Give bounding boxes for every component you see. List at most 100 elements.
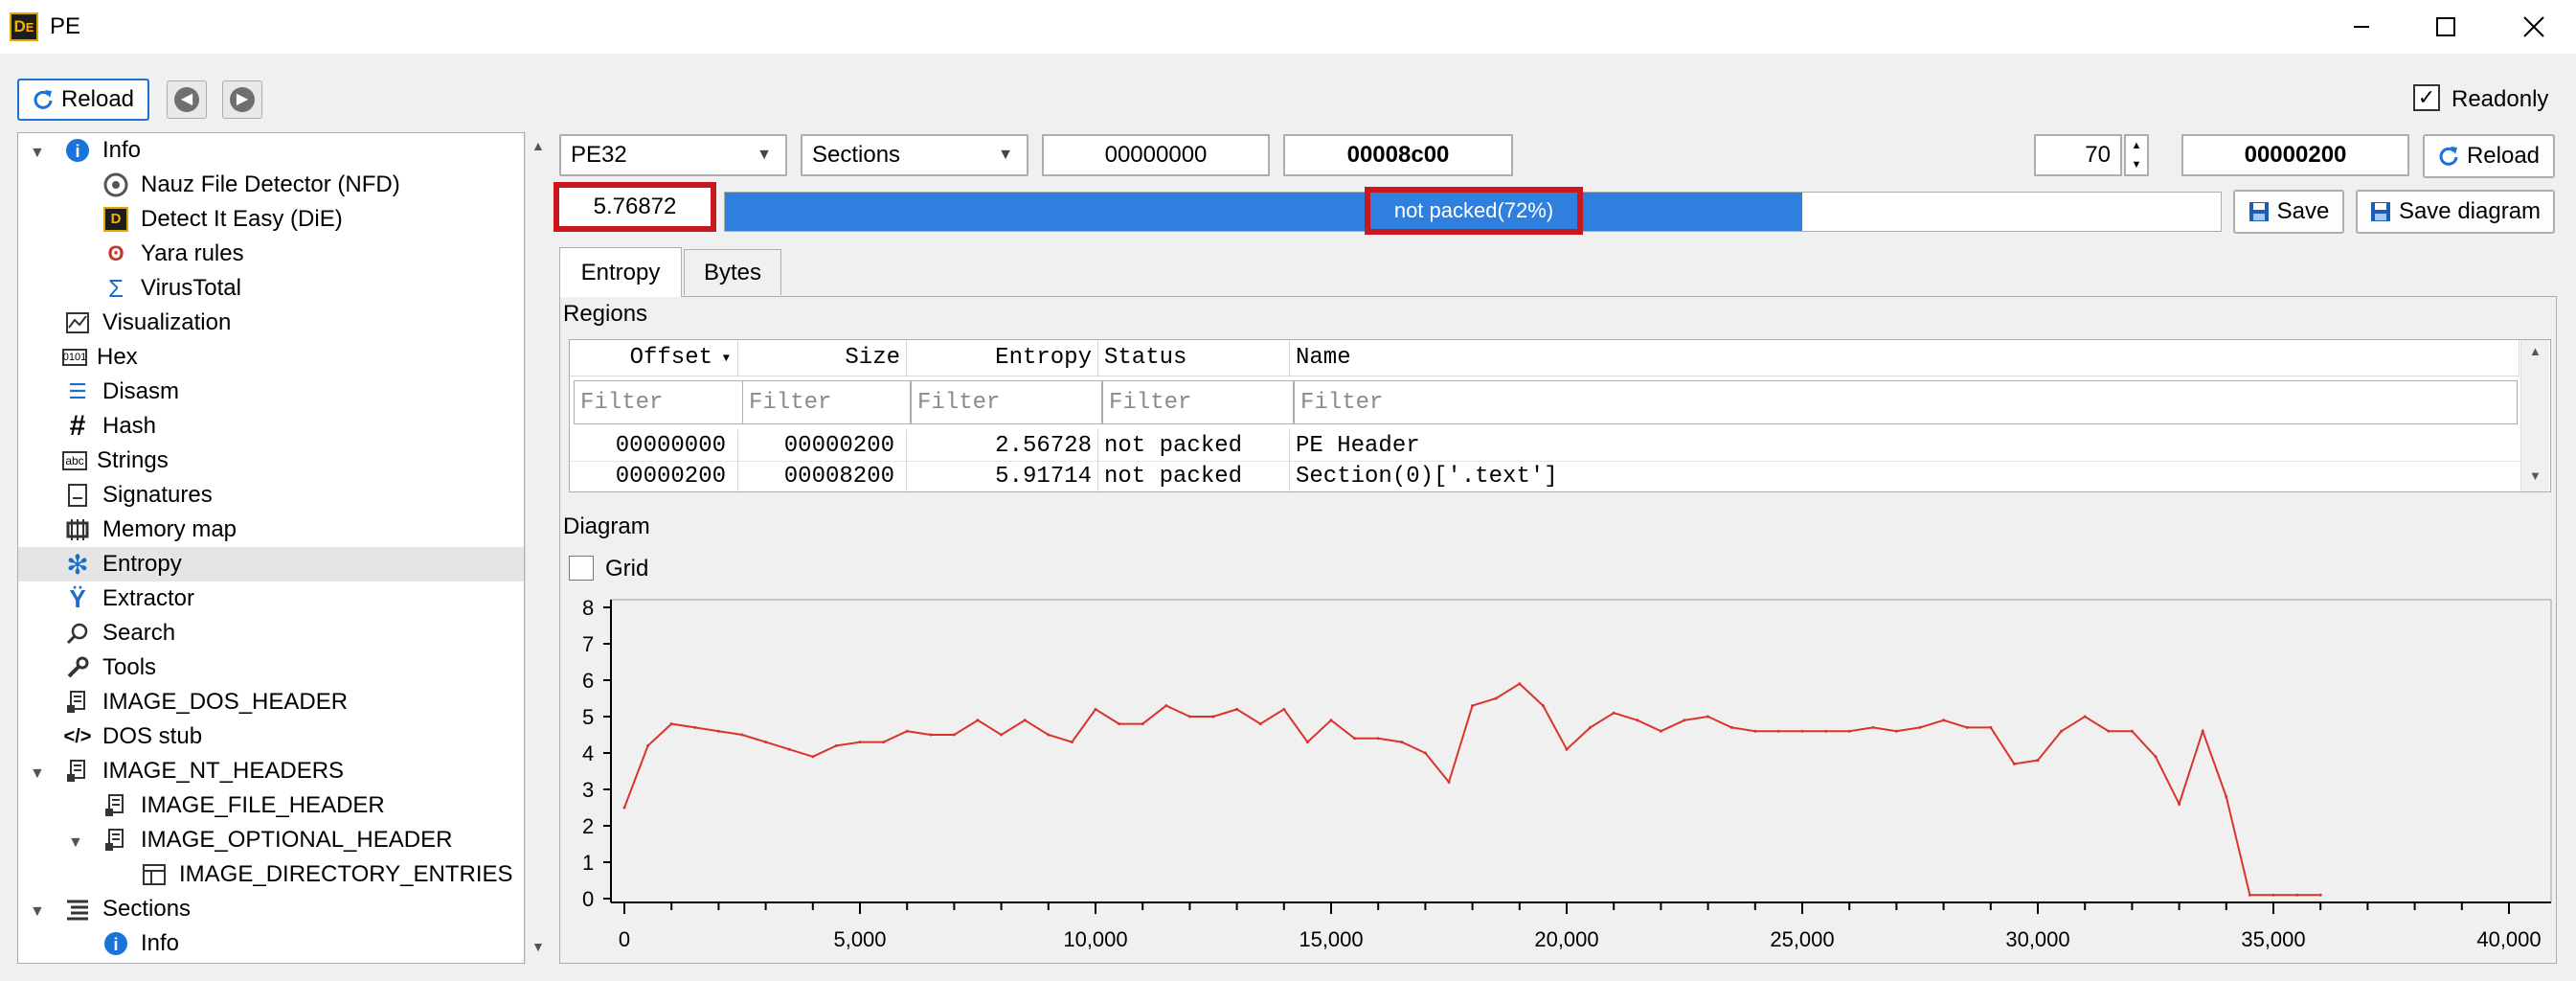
close-button[interactable] (2492, 0, 2576, 54)
tree-item-label: Visualization (102, 309, 232, 335)
chevron-down-icon: ▼ (998, 147, 1013, 163)
tree-item-yara[interactable]: ʘ Yara rules (101, 237, 243, 271)
spin-down-icon[interactable]: ▼ (2126, 155, 2147, 174)
tree-item-label: Hex (97, 344, 138, 370)
tree-item-nt-headers[interactable]: IMAGE_NT_HEADERS (62, 754, 344, 788)
reload-entropy-button[interactable]: Reload (2423, 134, 2555, 178)
tree-item-memory-map[interactable]: Memory map (62, 513, 237, 547)
mode-combo-value: Sections (812, 142, 901, 168)
cell-offset: 00000200 (570, 461, 738, 491)
filter-entropy[interactable]: Filter (911, 380, 1102, 424)
spin-up-icon[interactable]: ▲ (2126, 136, 2147, 155)
data-point (1235, 707, 1239, 711)
tree-item-dos-header[interactable]: IMAGE_DOS_HEADER (62, 685, 348, 719)
tab-entropy[interactable]: Entropy (559, 247, 682, 297)
count-spin-buttons[interactable]: ▲ ▼ (2124, 134, 2149, 176)
size-field[interactable]: 00008c00 (1283, 134, 1513, 176)
tree-item-entropy[interactable]: ✻ Entropy (18, 547, 524, 582)
y-tick-label: 7 (582, 632, 594, 656)
count-hex-field[interactable]: 00000200 (2181, 134, 2409, 176)
tree-item-label: Extractor (102, 585, 195, 611)
x-tick-label: 5,000 (833, 927, 886, 951)
signatures-icon (62, 480, 93, 511)
type-combo[interactable]: PE32 ▼ (559, 134, 787, 176)
tree-item-visualization[interactable]: Visualization (62, 306, 231, 340)
column-header-name[interactable]: Name (1290, 340, 2520, 376)
tree-item-sections[interactable]: Sections (62, 892, 191, 926)
count-spinbox[interactable]: 70 (2034, 134, 2122, 176)
reload-button[interactable]: Reload (17, 79, 149, 121)
data-point (1753, 729, 1757, 733)
cell-offset: 00000000 (570, 430, 738, 461)
back-button[interactable]: ◀ (167, 80, 207, 119)
column-header-entropy[interactable]: Entropy (907, 340, 1098, 376)
column-header-status[interactable]: Status (1098, 340, 1290, 376)
tree-item-hex[interactable]: 0101 Hex (62, 340, 138, 375)
window-title: PE (50, 13, 81, 39)
column-header-offset[interactable]: Offset ▼ (570, 340, 738, 376)
tree-item-directory-entries[interactable]: IMAGE_DIRECTORY_ENTRIES (139, 857, 513, 892)
forward-arrow-icon: ▶ (230, 87, 255, 112)
column-header-label: Offset (629, 345, 712, 371)
mode-combo[interactable]: Sections ▼ (801, 134, 1028, 176)
forward-button[interactable]: ▶ (222, 80, 262, 119)
save-button[interactable]: Save (2233, 190, 2344, 234)
scroll-up-icon[interactable]: ▲ (2529, 344, 2542, 358)
tree-item-optional-header[interactable]: IMAGE_OPTIONAL_HEADER (101, 823, 452, 857)
disasm-icon: ☰ (68, 379, 87, 403)
filter-size[interactable]: Filter (742, 380, 911, 424)
cell-status: not packed (1098, 461, 1290, 491)
tree-scrollbar[interactable]: ▲ ▼ (525, 132, 550, 964)
tree-item-strings[interactable]: abc Strings (62, 444, 169, 478)
filter-status[interactable]: Filter (1102, 380, 1294, 424)
tree-item-disasm[interactable]: ☰ Disasm (62, 375, 179, 409)
plot-area (610, 599, 2552, 903)
column-header-size[interactable]: Size (738, 340, 907, 376)
data-point (1447, 780, 1451, 784)
scroll-down-icon[interactable]: ▼ (2529, 468, 2542, 483)
minimize-button[interactable] (2319, 0, 2404, 54)
reload-icon (2439, 147, 2458, 166)
tree-item-hash[interactable]: # Hash (62, 409, 156, 444)
tree-item-label: Detect It Easy (DiE) (141, 206, 343, 232)
data-point (1423, 751, 1427, 755)
tree-item-info[interactable]: i Info (62, 133, 141, 168)
tree-item-virustotal[interactable]: Σ VirusTotal (101, 271, 241, 306)
tree-item-search[interactable]: Search (62, 616, 175, 650)
tree-item-nfd[interactable]: Nauz File Detector (NFD) (101, 168, 400, 202)
maximize-button[interactable] (2404, 0, 2488, 54)
expand-arrow-icon[interactable]: ▼ (30, 903, 45, 921)
filter-name[interactable]: Filter (1294, 380, 2518, 424)
grid-checkbox[interactable] (569, 556, 594, 581)
tree-item-dos-stub[interactable]: </> DOS stub (62, 719, 203, 754)
tree-item-die[interactable]: D Detect It Easy (DiE) (101, 202, 343, 237)
data-point (1000, 733, 1004, 737)
tree-item-signatures[interactable]: Signatures (62, 478, 213, 513)
filter-offset[interactable]: Filter (574, 380, 744, 424)
save-diagram-button[interactable]: Save diagram (2356, 190, 2555, 234)
data-point (1636, 719, 1639, 722)
code-icon: </> (63, 725, 92, 747)
data-point (882, 741, 886, 744)
tree-item-tools[interactable]: Tools (62, 650, 156, 685)
chevron-down-icon: ▼ (757, 147, 772, 163)
table-scrollbar[interactable]: ▲ ▼ (2520, 340, 2549, 491)
expand-arrow-icon[interactable]: ▼ (30, 765, 45, 783)
svg-text:i: i (113, 935, 118, 954)
progress-label: not packed(72%) (1365, 187, 1583, 235)
offset-field[interactable]: 00000000 (1042, 134, 1270, 176)
tab-bytes[interactable]: Bytes (684, 249, 781, 295)
scroll-up-icon[interactable]: ▲ (531, 138, 545, 153)
tree-item-file-header[interactable]: IMAGE_FILE_HEADER (101, 788, 385, 823)
tree-item-extractor[interactable]: Ÿ Extractor (62, 582, 194, 616)
entropy-chart: 0 1 2 3 4 5 6 7 8 0 5,000 10,000 15,000 20,000 25,000… (582, 596, 2552, 951)
expand-arrow-icon[interactable]: ▼ (68, 834, 83, 852)
data-point (1047, 733, 1051, 737)
y-tick-label: 0 (582, 887, 594, 911)
data-point (2012, 762, 2016, 765)
expand-arrow-icon[interactable]: ▼ (30, 145, 45, 162)
scroll-down-icon[interactable]: ▼ (531, 939, 545, 954)
y-tick-label: 5 (582, 705, 594, 729)
readonly-checkbox[interactable]: ✓ (2413, 84, 2440, 111)
tree-item-sections-info[interactable]: i Info (101, 926, 179, 961)
